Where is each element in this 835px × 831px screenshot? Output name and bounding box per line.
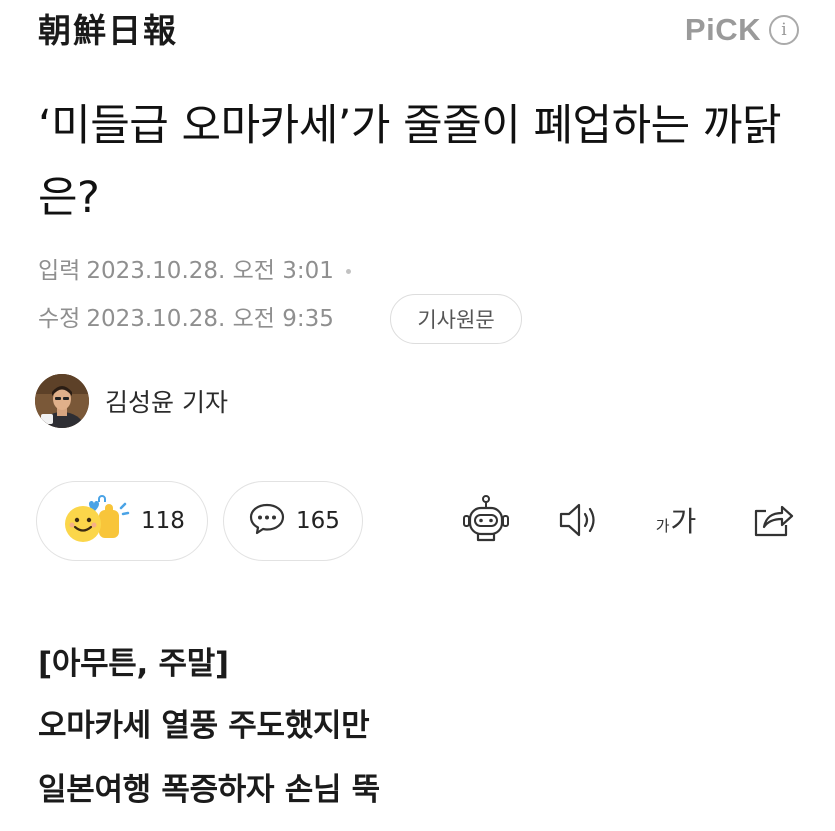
article-headline: ‘미들급 오마카세’가 줄줄이 폐업하는 까닭은?	[38, 101, 782, 223]
app-header: 朝鮮日報 PiCK i	[0, 0, 835, 62]
font-large-glyph: 가	[670, 505, 697, 538]
published-date: 입력 2023.10.28. 오전 3:01	[38, 255, 351, 287]
comment-button[interactable]: 165	[223, 481, 363, 561]
reaction-emoji-icon	[59, 494, 131, 548]
original-article-button[interactable]: 기사원문	[390, 294, 522, 344]
reaction-button[interactable]: 118	[36, 481, 208, 561]
separator-dot	[345, 268, 351, 274]
reaction-count: 118	[141, 508, 185, 534]
speaker-icon	[559, 503, 595, 537]
modified-label: 수정	[38, 306, 81, 332]
subhead-1: [아무튼, 주말]	[38, 646, 229, 682]
subhead-3: 일본여행 폭증하자 손님 뚝	[38, 772, 380, 808]
info-icon[interactable]: i	[769, 15, 799, 45]
pick-label: PiCK	[684, 12, 761, 47]
tts-button[interactable]	[555, 492, 605, 548]
font-size-icon: 가가	[656, 500, 697, 540]
publisher-logo[interactable]: 朝鮮日報	[38, 9, 178, 53]
robot-icon	[463, 495, 509, 542]
published-label: 입력	[38, 258, 81, 284]
speech-bubble-icon	[248, 502, 286, 540]
pick-badge[interactable]: PiCK i	[685, 12, 799, 48]
font-size-button[interactable]: 가가	[646, 492, 706, 548]
published-value: 2023.10.28. 오전 3:01	[86, 258, 334, 284]
font-small-glyph: 가	[655, 517, 670, 535]
modified-date: 수정 2023.10.28. 오전 9:35	[38, 303, 334, 335]
avatar[interactable]	[35, 374, 89, 428]
author-name[interactable]: 김성윤 기자	[105, 383, 228, 419]
modified-value: 2023.10.28. 오전 9:35	[86, 306, 334, 332]
share-icon	[754, 505, 794, 537]
summary-button[interactable]	[458, 492, 514, 548]
subhead-2: 오마카세 열풍 주도했지만	[38, 708, 370, 744]
share-button[interactable]	[748, 492, 798, 548]
author-row[interactable]: 김성윤 기자	[35, 374, 228, 428]
avatar-photo	[35, 374, 89, 428]
comment-count: 165	[296, 508, 340, 534]
